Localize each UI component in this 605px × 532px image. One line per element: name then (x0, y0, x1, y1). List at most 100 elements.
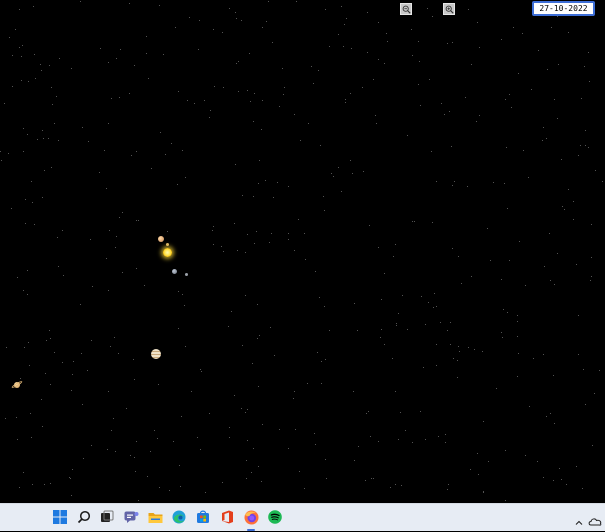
star (118, 353, 119, 354)
star (429, 79, 430, 80)
star (62, 230, 63, 231)
office-icon[interactable] (219, 509, 235, 525)
star (326, 478, 327, 479)
star (134, 379, 135, 380)
star (477, 22, 478, 23)
star (254, 93, 255, 94)
venus-planet[interactable] (158, 236, 164, 242)
star (63, 275, 64, 276)
star (41, 70, 42, 71)
jupiter-planet[interactable] (151, 349, 161, 359)
star (209, 117, 210, 118)
star (247, 409, 248, 410)
show-hidden-icons-chevron-icon[interactable] (574, 513, 584, 525)
star (573, 201, 574, 202)
sun[interactable] (163, 248, 172, 257)
star (34, 54, 35, 55)
star (72, 374, 73, 375)
star (150, 451, 151, 452)
star (108, 62, 109, 63)
star (80, 1, 81, 2)
star (17, 439, 18, 440)
star (576, 264, 577, 265)
star (395, 484, 396, 485)
earth-planet[interactable] (172, 269, 177, 274)
star (80, 304, 81, 305)
star (111, 430, 112, 431)
zoom-out-button[interactable] (400, 3, 412, 15)
mars-planet[interactable] (185, 273, 188, 276)
star (138, 220, 139, 221)
star (518, 353, 519, 354)
star (235, 164, 236, 165)
star (447, 330, 448, 331)
star (584, 66, 585, 67)
star (398, 439, 399, 440)
star (517, 315, 518, 316)
star (525, 285, 526, 286)
star (107, 449, 108, 450)
star (241, 20, 242, 21)
star (454, 181, 455, 182)
star (110, 346, 111, 347)
edge-browser-icon[interactable] (171, 509, 187, 525)
star (214, 86, 215, 87)
spotify-icon[interactable] (267, 509, 283, 525)
firefox-icon[interactable] (243, 509, 259, 525)
star (266, 21, 267, 22)
star (396, 323, 397, 324)
star (25, 199, 26, 200)
star (246, 478, 247, 479)
star (62, 362, 63, 363)
windows-start-icon[interactable] (52, 509, 68, 525)
star (588, 147, 589, 148)
star (229, 437, 230, 438)
star (182, 294, 183, 295)
star (49, 330, 50, 331)
saturn-planet[interactable] (11, 379, 23, 390)
star (136, 441, 137, 442)
star (398, 313, 399, 314)
date-input[interactable] (532, 1, 595, 16)
star (405, 430, 406, 431)
star (129, 93, 130, 94)
zoom-in-button[interactable] (443, 3, 455, 15)
star (109, 230, 110, 231)
star (221, 246, 222, 247)
star (187, 100, 188, 101)
star (402, 295, 403, 296)
star (529, 406, 530, 407)
star (378, 59, 379, 60)
microsoft-store-icon[interactable] (195, 509, 211, 525)
star (557, 253, 558, 254)
star (365, 480, 366, 481)
star (580, 145, 581, 146)
star (578, 155, 579, 156)
star (0, 151, 1, 152)
search-icon[interactable] (76, 509, 92, 525)
space-canvas[interactable] (0, 0, 605, 503)
task-view-icon[interactable] (99, 509, 115, 525)
star (129, 3, 130, 4)
star (543, 127, 544, 128)
star (418, 84, 419, 85)
star (51, 167, 52, 168)
star (393, 256, 394, 257)
star (585, 145, 586, 146)
star (229, 427, 230, 428)
star (550, 413, 551, 414)
teams-chat-icon[interactable] (123, 509, 139, 525)
mercury-planet[interactable] (166, 243, 169, 246)
star (436, 365, 437, 366)
onedrive-icon[interactable] (588, 512, 602, 526)
star (441, 103, 442, 104)
star (537, 461, 538, 462)
file-explorer-icon[interactable] (147, 509, 163, 525)
star (531, 89, 532, 90)
star (52, 104, 53, 105)
star (181, 416, 182, 417)
star (386, 33, 387, 34)
star (158, 384, 159, 385)
star (83, 458, 84, 459)
star (542, 140, 543, 141)
